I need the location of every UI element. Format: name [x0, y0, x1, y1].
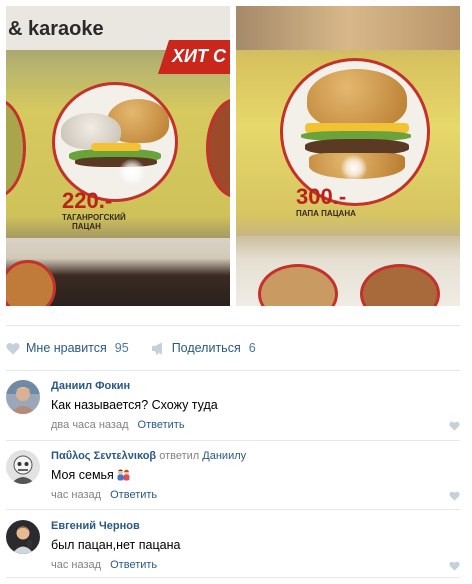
burger-name-line1: ТАГАНРОГСКИЙ	[62, 213, 126, 222]
heart-icon[interactable]	[449, 421, 460, 431]
like-count: 95	[114, 341, 129, 355]
comment-time[interactable]: два часа назад	[51, 419, 128, 431]
reply-button[interactable]: Ответить	[110, 559, 157, 571]
comment-author[interactable]: Даниил Фокин	[51, 380, 130, 392]
avatar-photo	[6, 520, 40, 554]
share-button[interactable]: Поделиться 6	[151, 341, 256, 355]
comment-time[interactable]: час назад	[51, 489, 101, 501]
comment-author: Παΰλος Σεντελνικοβ ответил Даниилу	[51, 450, 246, 462]
side-dish-left	[6, 98, 26, 198]
comment-author[interactable]: Евгений Чернов	[51, 520, 140, 532]
price-tag: 220.-	[62, 188, 113, 213]
light-glare	[341, 155, 367, 181]
comment-text-line: Моя семья	[51, 468, 131, 482]
price-tag: 300.-	[296, 184, 347, 209]
divider	[6, 370, 460, 371]
heart-icon	[6, 342, 20, 354]
comment: Евгений Чернов был пацан,нет пацана час …	[6, 516, 460, 584]
comment-text: был пацан,нет пацана	[51, 538, 181, 552]
like-label: Мне нравится	[26, 341, 107, 355]
karaoke-sign-text: & karaoke	[8, 18, 104, 40]
burger-plate	[52, 82, 178, 202]
menu-top-strip	[236, 6, 460, 50]
like-button[interactable]: Мне нравится 95	[6, 341, 129, 355]
burger-name-line2: ПАЦАН	[72, 222, 101, 231]
reply-prefix: ответил	[159, 450, 200, 462]
share-count: 6	[248, 341, 256, 355]
post-actions: Мне нравится 95 Поделиться 6	[6, 338, 256, 358]
heart-icon[interactable]	[449, 561, 460, 571]
avatar-photo	[6, 450, 40, 484]
avatar[interactable]	[6, 380, 40, 414]
divider	[6, 577, 460, 578]
comment: Παΰλος Σεντελνικοβ ответил Даниилу Моя с…	[6, 446, 460, 514]
hit-banner-text: ХИТ С	[172, 46, 226, 66]
megaphone-icon	[151, 342, 162, 354]
comment-time[interactable]: час назад	[51, 559, 101, 571]
avatar[interactable]	[6, 450, 40, 484]
heart-icon[interactable]	[449, 491, 460, 501]
reply-button[interactable]: Ответить	[110, 489, 157, 501]
comment: Даниил Фокин Как называется? Схожу туда …	[6, 376, 460, 444]
burger-name: ПАПА ПАЦАНА	[296, 209, 356, 218]
avatar-photo	[6, 380, 40, 414]
comment-author-name[interactable]: Παΰλος Σεντελνικοβ	[51, 450, 156, 462]
comment-text: Моя семья	[51, 468, 114, 482]
light-glare	[119, 159, 145, 185]
family-emoji-icon	[117, 469, 130, 481]
side-dish-right	[206, 98, 230, 198]
divider	[6, 325, 460, 326]
comment-text: Как называется? Схожу туда	[51, 398, 218, 412]
comment-meta: час назад Ответить	[51, 559, 157, 571]
comment-meta: час назад Ответить	[51, 489, 157, 501]
share-label: Поделиться	[171, 341, 241, 355]
divider	[6, 509, 460, 510]
post-photo-left[interactable]: & karaoke ХИТ С 220.- ТАГАНРОГСКИЙ ПАЦАН	[6, 6, 230, 306]
divider	[6, 440, 460, 441]
comment-meta: два часа назад Ответить	[51, 419, 185, 431]
post-photo-right[interactable]: 300.- ПАПА ПАЦАНА	[236, 6, 460, 306]
reply-target[interactable]: Даниилу	[202, 450, 246, 462]
avatar[interactable]	[6, 520, 40, 554]
reply-button[interactable]: Ответить	[138, 419, 185, 431]
